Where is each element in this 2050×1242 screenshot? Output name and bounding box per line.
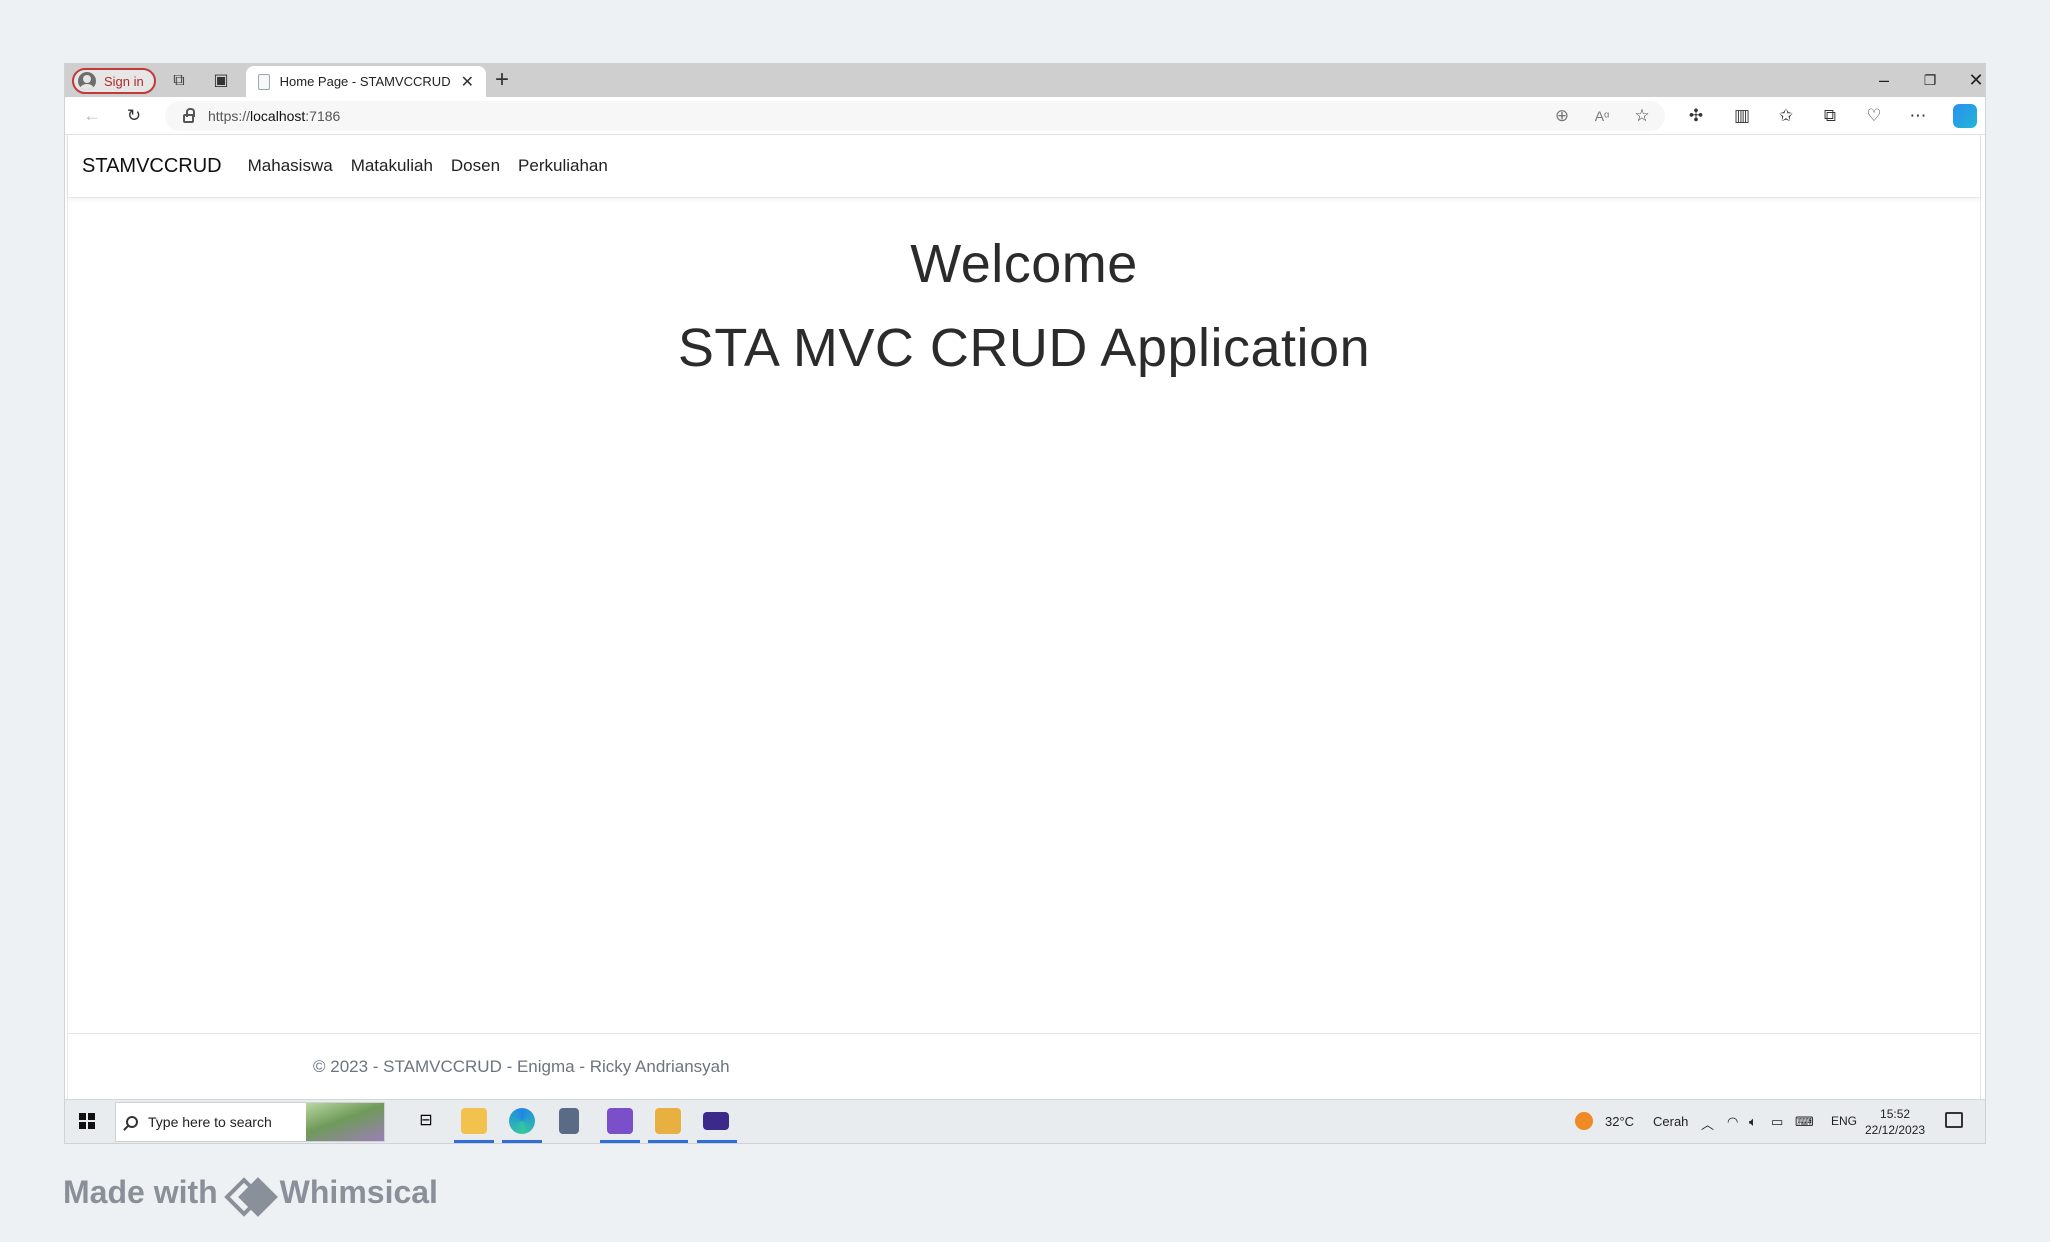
task-view-icon[interactable]: ⊟ [413,1108,439,1134]
calculator-icon[interactable] [559,1108,579,1134]
search-highlight-image [306,1103,384,1141]
weather-icon[interactable] [1575,1112,1593,1130]
visual-studio-icon[interactable] [607,1108,633,1134]
navbar-brand[interactable]: STAMVCCRUD [82,155,222,178]
paint-icon[interactable] [655,1108,681,1134]
address-bar[interactable]: https://localhost:7186 [165,101,1665,131]
battery-icon[interactable]: ▭ [1771,1114,1783,1130]
edge-icon[interactable] [509,1108,535,1134]
clock-date: 22/12/2023 [1865,1123,1926,1137]
nav-link-matakuliah[interactable]: Matakuliah [351,156,433,176]
profile-icon [78,72,96,90]
hidden-icons-chevron-icon[interactable]: ︿ [1701,1114,1714,1133]
split-screen-icon[interactable]: ▥ [1731,105,1753,127]
taskbar: Type here to search ⊟ 32°C Cerah ︿ ◠ 🔈︎ … [65,1099,1985,1143]
tab-home-page[interactable]: Home Page - STAMVCCRUD ✕ [246,66,486,97]
close-tab-icon[interactable]: ✕ [461,72,474,92]
search-icon [126,1116,138,1128]
zoom-icon[interactable]: ⊕ [1551,105,1573,127]
keyboard-icon[interactable]: ⌨︎ [1795,1114,1814,1130]
window-close-icon[interactable]: ✕ [1961,68,1985,92]
footer-text: © 2023 - STAMVCCRUD - Enigma - Ricky And… [313,1056,730,1076]
read-aloud-icon[interactable]: Aᵅ [1591,105,1613,127]
collections-icon[interactable]: ⧉ [1819,105,1841,127]
vertical-tabs-icon[interactable]: ▣ [211,71,231,91]
notification-icon[interactable] [1945,1112,1963,1128]
edge-active-indicator [502,1140,542,1143]
browser-toolbar: ← ↻ https://localhost:7186 ⊕ Aᵅ ☆ ✣ ▥ ✩ … [65,97,1985,135]
app-title-line: STA MVC CRUD Application [677,318,1371,378]
volume-icon[interactable]: 🔈︎ [1749,1114,1757,1130]
back-icon[interactable]: ← [81,105,103,127]
whimsical-brand: Whimsical [279,1174,438,1210]
tab-title: Home Page - STAMVCCRUD [279,74,451,89]
restore-icon[interactable]: ❐ [1915,68,1945,92]
tab-strip: Sign in ⧉ ▣ Home Page - STAMVCCRUD ✕ + –… [65,64,1985,97]
whimsical-watermark: Made with Whimsical [63,1174,438,1211]
nav-link-dosen[interactable]: Dosen [451,156,500,176]
site-navbar: STAMVCCRUD Mahasiswa Matakuliah Dosen Pe… [68,135,1980,198]
workspaces-icon[interactable]: ⧉ [169,71,189,91]
new-tab-icon[interactable]: + [495,68,509,92]
minimize-icon[interactable]: – [1869,68,1899,92]
copilot-icon[interactable] [1953,104,1977,128]
extensions-icon[interactable]: ✣ [1685,105,1707,127]
site-footer: © 2023 - STAMVCCRUD - Enigma - Ricky And… [68,1033,1980,1099]
sign-in-label: Sign in [104,73,144,89]
sign-in-button[interactable]: Sign in [72,68,156,94]
clock-time: 15:52 [1880,1107,1911,1121]
terminal-icon[interactable] [703,1112,729,1130]
favorites-icon[interactable]: ✩ [1775,105,1797,127]
web-page: STAMVCCRUD Mahasiswa Matakuliah Dosen Pe… [67,135,1981,1099]
search-placeholder: Type here to search [148,1114,272,1130]
welcome-line: Welcome [910,234,1138,294]
nav-link-mahasiswa[interactable]: Mahasiswa [248,156,333,176]
browser-window: Sign in ⧉ ▣ Home Page - STAMVCCRUD ✕ + –… [65,64,1985,1143]
lock-icon[interactable] [183,107,195,123]
weather-temp[interactable]: 32°C [1605,1114,1634,1129]
language-indicator[interactable]: ENG [1831,1114,1857,1128]
url-text: https://localhost:7186 [208,108,341,124]
file-explorer-icon[interactable] [461,1108,487,1134]
weather-desc[interactable]: Cerah [1653,1114,1688,1129]
taskbar-clock[interactable]: 15:52 22/12/2023 [1865,1106,1925,1138]
made-with-label: Made with [63,1174,218,1210]
windows-start-icon[interactable] [79,1113,95,1129]
file-explorer-active-indicator [454,1140,494,1143]
browser-essentials-icon[interactable]: ♡ [1863,105,1885,127]
page-favicon-icon [258,73,270,90]
refresh-icon[interactable]: ↻ [123,105,145,127]
visual-studio-active-indicator [600,1140,640,1143]
more-options-icon[interactable]: ⋯ [1907,105,1929,127]
paint-active-indicator [648,1140,688,1143]
nav-link-perkuliahan[interactable]: Perkuliahan [518,156,608,176]
network-icon[interactable]: ◠ [1727,1114,1738,1130]
favorite-star-icon[interactable]: ☆ [1631,105,1653,127]
terminal-active-indicator [697,1140,737,1143]
welcome-heading: Welcome STA MVC CRUD Application [68,222,1980,390]
taskbar-search[interactable]: Type here to search [115,1102,385,1142]
whimsical-logo-icon [230,1179,268,1207]
